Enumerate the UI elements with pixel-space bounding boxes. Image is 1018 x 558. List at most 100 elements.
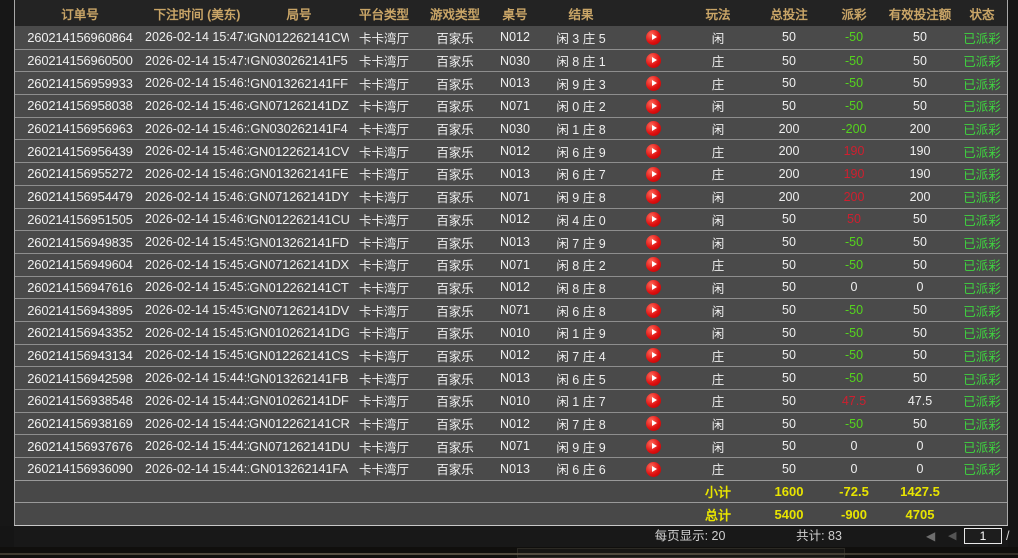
payout-cell: -50 [825,30,883,44]
replay-play-button[interactable] [646,167,661,182]
result-cell: 闲 6 庄 7 [539,164,623,183]
valid-bet-cell: 0 [883,462,957,476]
grand-total-payout: -900 [825,507,883,522]
replay-play-button[interactable] [646,439,661,454]
replay-play-button[interactable] [646,76,661,91]
replay-cell [623,166,683,181]
play-type-cell: 闲 [683,414,753,433]
order-number-cell: 260214156960864 [15,30,145,45]
platform-cell: 卡卡湾厅 [349,391,419,410]
result-cell: 闲 9 庄 3 [539,74,623,93]
round-id-cell: GN012262141CR [249,416,349,431]
result-cell: 闲 7 庄 4 [539,346,623,365]
pagination-bar: 每页显示: 20 共计: 83 ◀ ◀ / [14,526,1008,547]
status-cell: 已派彩 [957,119,1007,138]
replay-play-button[interactable] [646,280,661,295]
valid-bet-cell: 47.5 [883,394,957,408]
replay-play-button[interactable] [646,121,661,136]
replay-cell [623,257,683,272]
valid-bet-cell: 50 [883,417,957,431]
order-number-cell: 260214156942598 [15,371,145,386]
replay-play-button[interactable] [646,371,661,386]
replay-play-button[interactable] [646,348,661,363]
round-id-cell: GN071262141DY [249,189,349,204]
grand-total-label: 总计 [683,505,753,524]
first-page-icon[interactable]: ◀ [926,526,935,547]
payout-cell: -50 [825,303,883,317]
bet-time-cell: 2026-02-14 15:45:03 [145,326,249,340]
order-number-cell: 260214156938548 [15,393,145,408]
replay-play-button[interactable] [646,144,661,159]
table-row: 260214156960500 2026-02-14 15:47:01 GN03… [15,49,1007,72]
order-number-cell: 260214156956963 [15,121,145,136]
table-row: 260214156960864 2026-02-14 15:47:03 GN01… [15,26,1007,49]
valid-bet-cell: 50 [883,303,957,317]
result-cell: 闲 0 庄 2 [539,96,623,115]
replay-cell [623,393,683,408]
table-no-cell: N012 [491,417,539,431]
prev-page-icon[interactable]: ◀ [948,526,956,547]
table-no-cell: N030 [491,122,539,136]
replay-play-button[interactable] [646,189,661,204]
status-cell: 已派彩 [957,391,1007,410]
total-bet-cell: 200 [753,144,825,158]
valid-bet-cell: 50 [883,371,957,385]
play-type-cell: 闲 [683,233,753,252]
platform-cell: 卡卡湾厅 [349,28,419,47]
play-type-cell: 庄 [683,74,753,93]
platform-cell: 卡卡湾厅 [349,51,419,70]
play-type-cell: 庄 [683,255,753,274]
payout-cell: -50 [825,371,883,385]
play-type-cell: 闲 [683,301,753,320]
replay-play-button[interactable] [646,235,661,250]
table-row: 260214156947616 2026-02-14 15:45:34 GN01… [15,276,1007,299]
table-no-cell: N013 [491,462,539,476]
replay-play-button[interactable] [646,462,661,477]
replay-play-button[interactable] [646,257,661,272]
round-id-cell: GN012262141CV [249,144,349,159]
total-bet-cell: 200 [753,167,825,181]
status-cell: 已派彩 [957,96,1007,115]
result-cell: 闲 3 庄 5 [539,28,623,47]
replay-play-button[interactable] [646,303,661,318]
play-type-cell: 庄 [683,391,753,410]
replay-cell [623,98,683,113]
replay-play-button[interactable] [646,99,661,114]
status-cell: 已派彩 [957,164,1007,183]
game-type-cell: 百家乐 [419,346,491,365]
replay-play-button[interactable] [646,393,661,408]
table-no-cell: N010 [491,394,539,408]
order-number-cell: 260214156943134 [15,348,145,363]
bet-records-table: 订单号 下注时间 (美东) 局号 平台类型 游戏类型 桌号 结果 玩法 总投注 … [14,0,1008,526]
play-type-cell: 闲 [683,28,753,47]
replay-play-button[interactable] [646,53,661,68]
platform-cell: 卡卡湾厅 [349,233,419,252]
status-cell: 已派彩 [957,187,1007,206]
valid-bet-cell: 50 [883,54,957,68]
replay-play-button[interactable] [646,325,661,340]
status-cell: 已派彩 [957,459,1007,478]
bet-time-cell: 2026-02-14 15:47:03 [145,30,249,44]
game-type-cell: 百家乐 [419,323,491,342]
table-no-cell: N013 [491,167,539,181]
play-type-cell: 闲 [683,96,753,115]
status-cell: 已派彩 [957,323,1007,342]
result-cell: 闲 6 庄 8 [539,301,623,320]
bet-time-cell: 2026-02-14 15:46:59 [145,76,249,90]
replay-play-button[interactable] [646,30,661,45]
page-number-input[interactable] [964,528,1002,544]
bet-time-cell: 2026-02-14 15:44:35 [145,394,249,408]
table-header-row: 订单号 下注时间 (美东) 局号 平台类型 游戏类型 桌号 结果 玩法 总投注 … [15,0,1007,26]
payout-cell: -50 [825,54,883,68]
valid-bet-cell: 50 [883,76,957,90]
replay-play-button[interactable] [646,416,661,431]
status-cell: 已派彩 [957,414,1007,433]
valid-bet-cell: 190 [883,144,957,158]
bet-time-cell: 2026-02-14 15:45:48 [145,258,249,272]
replay-play-button[interactable] [646,212,661,227]
bet-time-cell: 2026-02-14 15:46:19 [145,190,249,204]
result-cell: 闲 6 庄 5 [539,369,623,388]
status-cell: 已派彩 [957,346,1007,365]
bet-time-cell: 2026-02-14 15:44:17 [145,462,249,476]
order-number-cell: 260214156954479 [15,189,145,204]
